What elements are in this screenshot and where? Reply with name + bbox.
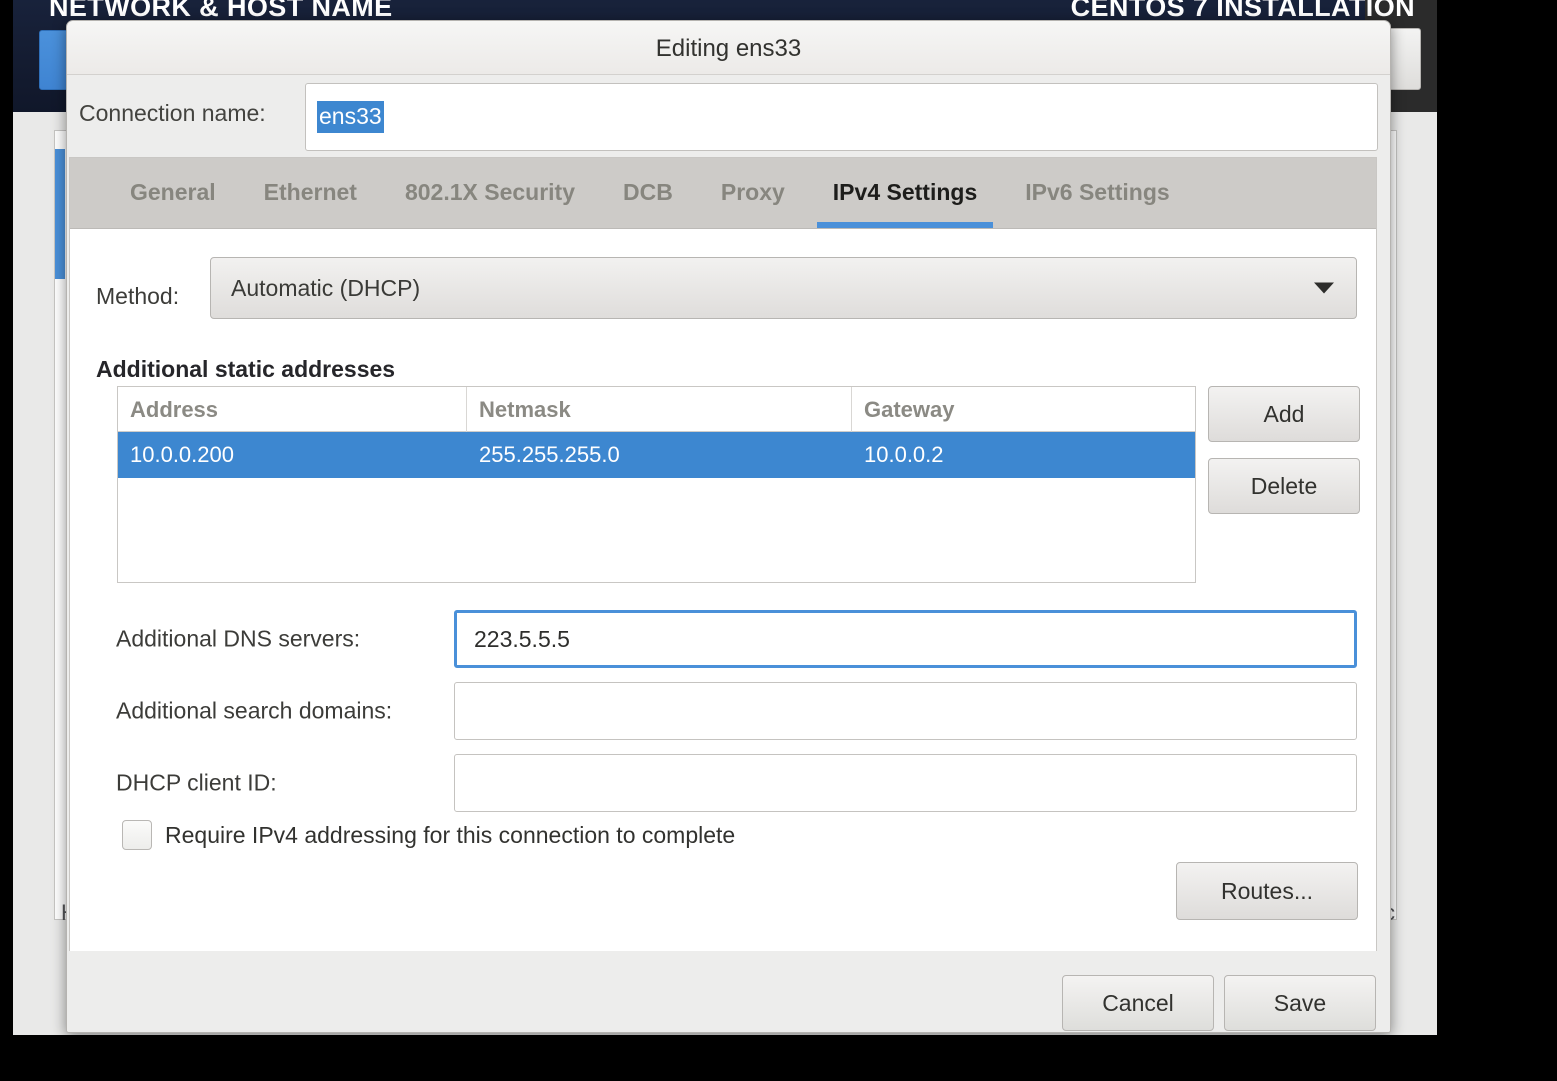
dns-servers-label: Additional DNS servers:	[116, 625, 361, 652]
cell-address: 10.0.0.200	[130, 442, 234, 467]
search-domains-label: Additional search domains:	[116, 697, 393, 724]
tab-ethernet[interactable]: Ethernet	[240, 157, 381, 228]
chevron-down-icon	[1314, 282, 1334, 294]
tab-ipv4-settings[interactable]: IPv4 Settings	[809, 157, 1001, 228]
tab-dcb[interactable]: DCB	[599, 157, 697, 228]
settings-notebook: General Ethernet 802.1X Security DCB Pro…	[69, 157, 1377, 951]
method-selected-value: Automatic (DHCP)	[231, 274, 421, 301]
require-ipv4-checkbox[interactable]	[122, 820, 152, 850]
require-ipv4-label: Require IPv4 addressing for this connect…	[165, 821, 736, 848]
routes-button[interactable]: Routes...	[1176, 862, 1358, 920]
dhcp-client-id-input[interactable]	[454, 754, 1357, 812]
dialog-titlebar: Editing ens33	[67, 21, 1390, 75]
table-row[interactable]: 10.0.0.200 255.255.255.0 10.0.0.2	[118, 432, 1195, 478]
connection-name-value: ens33	[317, 101, 384, 133]
screen-root: NETWORK & HOST NAME CENTOS 7 INSTALLATIO…	[0, 0, 1557, 1081]
connection-name-row: Connection name: ens33	[67, 75, 1390, 157]
dhcp-client-id-row: DHCP client ID:	[70, 754, 1378, 812]
column-header-netmask: Netmask	[467, 387, 852, 432]
dns-servers-value: 223.5.5.5	[474, 625, 570, 652]
tab-bar: General Ethernet 802.1X Security DCB Pro…	[70, 158, 1376, 229]
search-domains-input[interactable]	[454, 682, 1357, 740]
tab-ipv6-settings[interactable]: IPv6 Settings	[1001, 157, 1193, 228]
static-addresses-table[interactable]: Address Netmask Gateway 10.0.0.200 255.2…	[117, 386, 1196, 583]
dialog-title: Editing ens33	[655, 35, 802, 62]
ipv4-settings-page: Method: Automatic (DHCP) Additional stat…	[70, 229, 1376, 951]
delete-address-button[interactable]: Delete	[1208, 458, 1360, 514]
method-dropdown[interactable]: Automatic (DHCP)	[210, 257, 1357, 319]
connection-name-label: Connection name:	[79, 100, 266, 126]
method-label: Method:	[96, 283, 180, 309]
require-ipv4-row[interactable]: Require IPv4 addressing for this connect…	[122, 820, 735, 850]
add-address-button[interactable]: Add	[1208, 386, 1360, 442]
tab-802-1x-security[interactable]: 802.1X Security	[381, 157, 599, 228]
dhcp-client-id-label: DHCP client ID:	[116, 769, 277, 796]
search-domains-row: Additional search domains:	[70, 682, 1378, 740]
dns-servers-row: Additional DNS servers: 223.5.5.5	[70, 610, 1378, 668]
tab-general[interactable]: General	[106, 157, 240, 228]
column-header-address: Address	[118, 387, 467, 432]
cell-netmask: 255.255.255.0	[479, 442, 620, 467]
connection-name-input[interactable]: ens33	[305, 83, 1378, 151]
device-list-selection-marker	[55, 149, 65, 279]
dns-servers-input[interactable]: 223.5.5.5	[454, 610, 1357, 668]
cancel-button[interactable]: Cancel	[1062, 975, 1214, 1031]
additional-static-addresses-heading: Additional static addresses	[96, 356, 396, 382]
header-help-button[interactable]	[1387, 28, 1421, 90]
column-header-gateway: Gateway	[864, 396, 955, 422]
editing-connection-dialog: Editing ens33 Connection name: ens33 Gen…	[66, 20, 1391, 1033]
dialog-action-bar: Cancel Save	[67, 951, 1390, 1032]
cell-gateway: 10.0.0.2	[864, 442, 944, 467]
tab-proxy[interactable]: Proxy	[697, 157, 809, 228]
table-header-row: Address Netmask Gateway	[118, 387, 1195, 432]
save-button[interactable]: Save	[1224, 975, 1376, 1031]
